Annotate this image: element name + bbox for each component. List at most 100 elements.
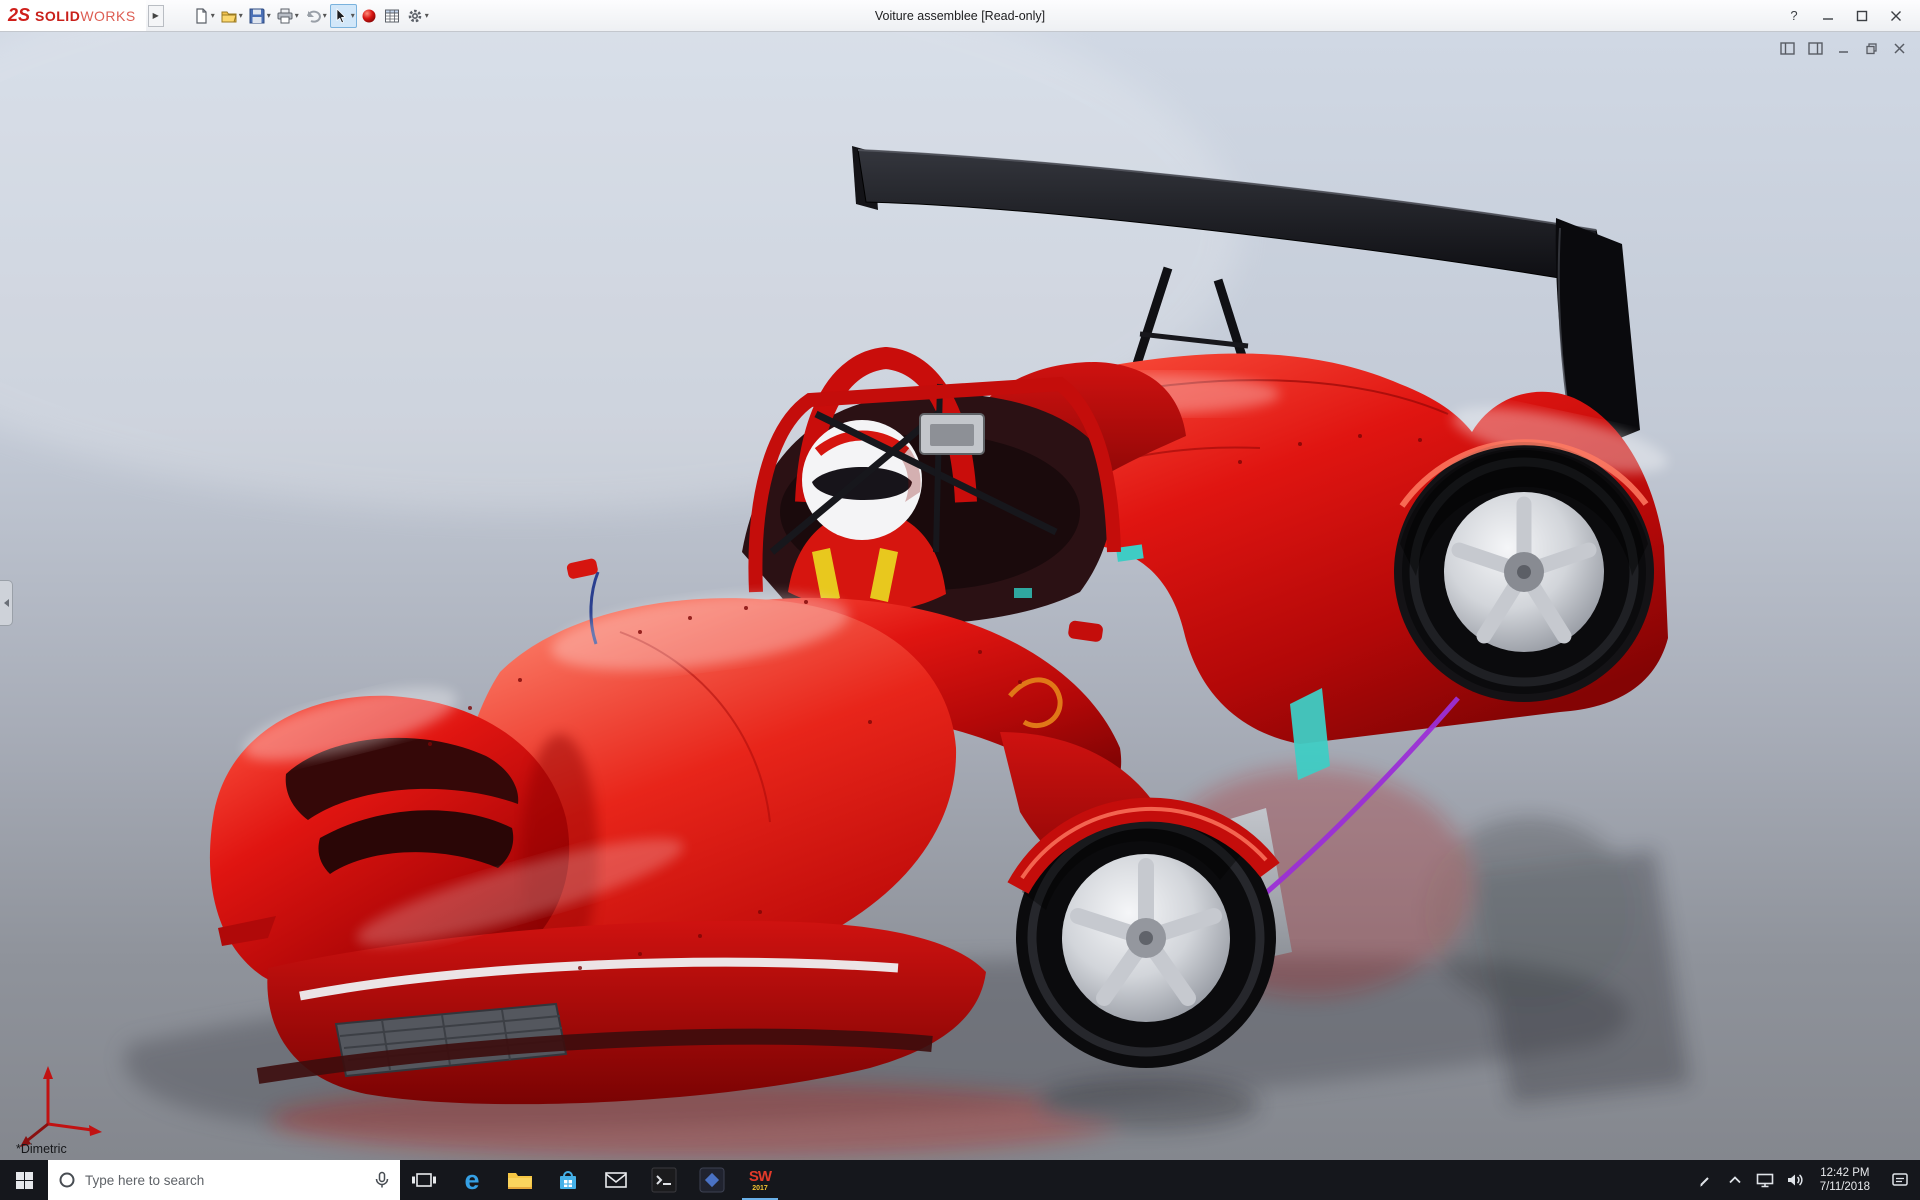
open-folder-icon [221, 11, 237, 22]
network-button[interactable] [1750, 1160, 1780, 1200]
minimize-button[interactable] [1812, 3, 1844, 29]
new-document-button[interactable]: ▾ [190, 4, 217, 28]
pane-left-button[interactable] [1778, 39, 1796, 57]
dropdown-caret-icon[interactable]: ▾ [323, 11, 327, 20]
model-scene[interactable] [0, 32, 1920, 1160]
network-icon [1756, 1173, 1773, 1188]
undo-button[interactable]: ▾ [302, 4, 329, 28]
rear-wheel[interactable] [1394, 439, 1654, 702]
terminal-button[interactable] [640, 1160, 688, 1200]
doc-close-icon [1893, 42, 1905, 54]
microphone-icon[interactable] [374, 1171, 390, 1189]
volume-icon [1787, 1174, 1803, 1186]
help-label: ? [1790, 8, 1798, 23]
start-button[interactable] [0, 1160, 48, 1200]
options-button[interactable]: ▾ [404, 4, 431, 28]
brand-solid: SOLID [35, 7, 81, 24]
solidworks-logo: 2S SOLIDWORKS [0, 0, 146, 31]
dropdown-caret-icon[interactable]: ▾ [295, 11, 299, 20]
tray-overflow-button[interactable] [1720, 1160, 1750, 1200]
taskbar-clock[interactable]: 12:42 PM 7/11/2018 [1810, 1166, 1880, 1194]
chevron-left-icon [3, 599, 9, 607]
taskbar-search[interactable] [48, 1160, 400, 1200]
front-wheel[interactable] [1007, 797, 1280, 1068]
save-button[interactable]: ▾ [246, 4, 273, 28]
solidworks-app-icon: SW 2017 [748, 1167, 772, 1192]
system-tray: 12:42 PM 7/11/2018 [1690, 1160, 1920, 1200]
save-icon [249, 8, 265, 23]
pane-right-button[interactable] [1806, 39, 1824, 57]
window-title: Voiture assemblee [Read-only] [874, 9, 1046, 23]
task-view-icon [412, 1173, 436, 1187]
dassault-logo-icon: 2S [8, 5, 31, 25]
view-orientation-label: *Dimetric [16, 1142, 67, 1156]
brand-works: WORKS [80, 7, 136, 24]
search-input[interactable] [85, 1172, 365, 1188]
help-button[interactable]: ? [1778, 3, 1810, 29]
titlebar: 2S SOLIDWORKS ▶ ▾ ▾ ▾ ▾ ▾ ▾ ▾ Voiture as… [0, 0, 1920, 32]
dropdown-caret-icon[interactable]: ▾ [425, 11, 429, 20]
cortana-icon [59, 1172, 75, 1188]
dark-app-icon [699, 1167, 725, 1193]
chevron-up-icon [1729, 1176, 1741, 1184]
dropdown-caret-icon[interactable]: ▾ [211, 11, 215, 20]
doc-restore-icon [1865, 42, 1877, 54]
edge-icon: e [464, 1164, 480, 1195]
close-icon [1891, 10, 1901, 21]
design-table-icon [384, 9, 399, 22]
feature-pane-flyout[interactable] [0, 580, 13, 626]
toolbar-flyout-button[interactable]: ▶ [147, 4, 164, 27]
maximize-button[interactable] [1846, 3, 1878, 29]
edge-button[interactable]: e [448, 1160, 496, 1200]
undo-icon [306, 10, 321, 23]
design-table-button[interactable] [381, 4, 403, 28]
doc-minimize-button[interactable] [1834, 39, 1852, 57]
print-icon [277, 8, 293, 23]
brand-text: SOLIDWORKS [35, 8, 136, 24]
select-tool-button[interactable]: ▾ [329, 3, 357, 28]
new-document-icon [196, 7, 207, 24]
mail-icon [605, 1172, 627, 1188]
dropdown-caret-icon[interactable]: ▾ [239, 11, 243, 20]
print-button[interactable]: ▾ [274, 4, 301, 28]
solidworks-app-label: SW [748, 1167, 772, 1185]
open-button[interactable]: ▾ [218, 4, 245, 28]
pane-left-icon [1779, 41, 1795, 55]
file-explorer-icon [508, 1173, 532, 1189]
windows-taskbar: e SW 2017 12:42 PM 7/11 [0, 1160, 1920, 1200]
appearance-sphere-icon [362, 9, 376, 22]
volume-button[interactable] [1780, 1160, 1810, 1200]
windows-logo-icon [15, 1171, 33, 1189]
pen-workspace-button[interactable] [1690, 1160, 1720, 1200]
close-button[interactable] [1880, 3, 1912, 29]
solidworks-app-button[interactable]: SW 2017 [736, 1160, 784, 1200]
store-button[interactable] [544, 1160, 592, 1200]
graphics-viewport[interactable]: *Dimetric [0, 32, 1920, 1160]
mail-button[interactable] [592, 1160, 640, 1200]
dropdown-caret-icon[interactable]: ▾ [351, 11, 355, 20]
terminal-icon [651, 1167, 677, 1193]
clock-date: 7/11/2018 [1819, 1181, 1870, 1193]
clock-time: 12:42 PM [1820, 1167, 1870, 1179]
dropdown-caret-icon[interactable]: ▾ [267, 11, 271, 20]
flyout-arrow-icon: ▶ [152, 11, 159, 20]
doc-restore-button[interactable] [1862, 39, 1880, 57]
options-gear-icon [408, 9, 422, 22]
appearance-button[interactable] [358, 4, 380, 28]
notification-icon [1892, 1173, 1908, 1186]
dark-app-button[interactable] [688, 1160, 736, 1200]
file-explorer-button[interactable] [496, 1160, 544, 1200]
standard-toolbar: ▾ ▾ ▾ ▾ ▾ ▾ ▾ [190, 3, 431, 28]
minimize-icon [1823, 17, 1833, 20]
task-view-button[interactable] [400, 1160, 448, 1200]
action-center-button[interactable] [1880, 1160, 1920, 1200]
maximize-icon [1856, 10, 1868, 21]
doc-minimize-icon [1838, 50, 1848, 53]
viewport-window-controls [1778, 39, 1908, 57]
window-controls: ? [1778, 3, 1920, 29]
doc-close-button[interactable] [1890, 39, 1908, 57]
select-arrow-icon [336, 7, 346, 23]
solidworks-app-year: 2017 [752, 1184, 768, 1192]
store-icon [560, 1171, 576, 1189]
pane-right-icon [1807, 41, 1823, 55]
